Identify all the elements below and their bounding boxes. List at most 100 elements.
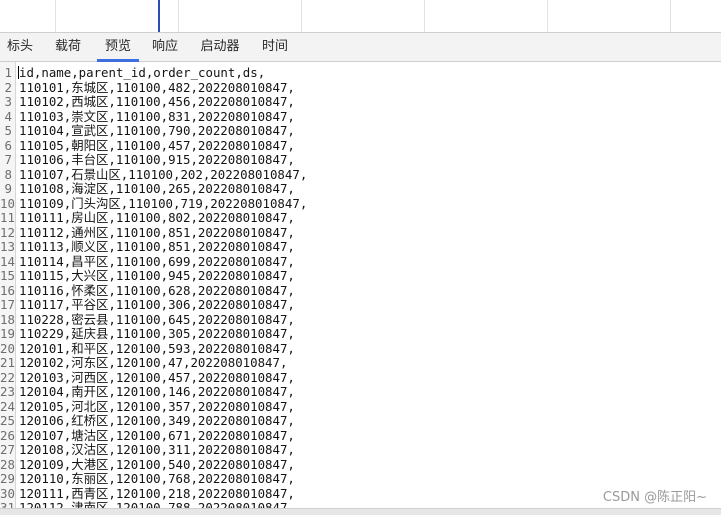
line-text: id,name,parent_id,order_count,ds, (19, 65, 266, 80)
timeline-gridline (178, 0, 179, 32)
line-number: 24 (0, 398, 15, 414)
line-text: 120108,汉沽区,120100,311,202208010847, (19, 442, 295, 457)
code-line: 18 110228,密云县,110100,645,202208010847, (0, 311, 721, 328)
line-number: 4 (4, 108, 12, 124)
line-text: 110116,怀柔区,110100,628,202208010847, (19, 282, 295, 298)
line-number: 1 (4, 65, 12, 80)
request-detail-tabs: 标头 载荷 预览 响应 启动器 时间 (0, 33, 721, 62)
code-line: 4 110103,崇文区,110100,831,202208010847, (0, 108, 721, 125)
line-number: 19 (0, 326, 15, 341)
code-line: 9 110108,海淀区,110100,265,202208010847, (0, 181, 721, 197)
line-text: 110107,石景山区,110100,202,202208010847, (19, 166, 308, 182)
watermark: CSDN @陈正阳~ (602, 490, 707, 505)
timeline-gridline (670, 0, 671, 32)
line-text: 110112,通州区,110100,851,202208010847, (19, 224, 295, 240)
line-number: 2 (4, 79, 12, 95)
tab-initiator[interactable]: 启动器 (193, 33, 247, 61)
line-text: 120107,塘沽区,120100,671,202208010847, (19, 427, 295, 443)
line-number: 23 (0, 384, 15, 399)
line-number: 30 (0, 485, 15, 501)
line-text: 110105,朝阳区,110100,457,202208010847, (19, 137, 295, 153)
line-text: 120102,河东区,120100,47,202208010847, (19, 355, 288, 370)
line-text: 110113,顺义区,110100,851,202208010847, (19, 239, 295, 254)
code-line: 3 110102,西城区,110100,456,202208010847, (0, 94, 721, 110)
line-number: 12 (0, 224, 15, 240)
line-number: 22 (0, 369, 15, 385)
text-caret (18, 66, 19, 79)
line-number: 31 (0, 500, 15, 508)
code-line: 15 110115,大兴区,110100,945,202208010847, (0, 268, 721, 284)
line-number: 13 (0, 239, 15, 254)
line-text: 110106,丰台区,110100,915,202208010847, (19, 152, 295, 167)
timeline-gridline (301, 0, 302, 32)
line-text: 110103,崇文区,110100,831,202208010847, (19, 108, 295, 124)
network-timeline (0, 0, 721, 33)
line-text: 120112,津南区,120100,788,202208010847, (19, 500, 295, 508)
line-text: 110104,宣武区,110100,790,202208010847, (19, 123, 295, 138)
tab-response[interactable]: 响应 (145, 33, 185, 61)
code-line: 22 120103,河西区,120100,457,202208010847, (0, 369, 721, 386)
line-text: 120103,河西区,120100,457,202208010847, (19, 369, 295, 385)
code-line: 12 110112,通州区,110100,851,202208010847, (0, 224, 721, 241)
tab-headers[interactable]: 标头 (0, 33, 40, 61)
code-line: 21 120102,河东区,120100,47,202208010847, (0, 355, 721, 371)
timeline-cursor[interactable] (158, 0, 160, 32)
line-text: 110102,西城区,110100,456,202208010847, (19, 94, 295, 109)
line-number: 14 (0, 253, 15, 269)
code-line: 7 110106,丰台区,110100,915,202208010847, (0, 152, 721, 168)
line-text: 120104,南开区,120100,146,202208010847, (19, 384, 295, 399)
code-line: 2 110101,东城区,110100,482,202208010847, (0, 79, 721, 96)
line-text: 120101,和平区,120100,593,202208010847, (19, 340, 295, 356)
line-text: 110115,大兴区,110100,945,202208010847, (19, 268, 295, 283)
code-line: 5 110104,宣武区,110100,790,202208010847, (0, 123, 721, 139)
line-number: 27 (0, 442, 15, 457)
line-number: 26 (0, 427, 15, 443)
line-text: 110117,平谷区,110100,306,202208010847, (19, 297, 295, 312)
line-number: 21 (0, 355, 15, 370)
timeline-gridline (547, 0, 548, 32)
line-text: 120105,河北区,120100,357,202208010847, (19, 398, 295, 414)
code-line: 8 110107,石景山区,110100,202,202208010847, (0, 166, 721, 183)
code-line: 26 120107,塘沽区,120100,671,202208010847, (0, 427, 721, 444)
code-line: 27 120108,汉沽区,120100,311,202208010847, (0, 442, 721, 458)
line-number: 16 (0, 282, 15, 298)
code-line: 11 110111,房山区,110100,802,202208010847, (0, 210, 721, 226)
code-line: 23 120104,南开区,120100,146,202208010847, (0, 384, 721, 400)
line-number: 28 (0, 456, 15, 472)
code-line: 13 110113,顺义区,110100,851,202208010847, (0, 239, 721, 255)
timeline-gridline (55, 0, 56, 32)
tab-timing[interactable]: 时间 (254, 33, 296, 61)
tab-preview[interactable]: 预览 (95, 33, 141, 62)
line-text: 110101,东城区,110100,482,202208010847, (19, 79, 295, 95)
timeline-gridline (424, 0, 425, 32)
horizontal-scrollbar[interactable] (0, 508, 721, 515)
code-line: 17 110117,平谷区,110100,306,202208010847, (0, 297, 721, 313)
code-line: 16 110116,怀柔区,110100,628,202208010847, (0, 282, 721, 299)
line-number: 6 (4, 137, 12, 153)
code-line: 6 110105,朝阳区,110100,457,202208010847, (0, 137, 721, 154)
line-number: 3 (4, 94, 12, 109)
code-line: 10 110109,门头沟区,110100,719,202208010847, (0, 195, 721, 212)
code-line: 14 110114,昌平区,110100,699,202208010847, (0, 253, 721, 270)
response-preview-editor[interactable]: 1 id,name,parent_id,order_count,ds, 2 11010… (0, 62, 721, 508)
code-line: 1 id,name,parent_id,order_count,ds, (0, 65, 721, 81)
line-text: 110114,昌平区,110100,699,202208010847, (19, 253, 295, 269)
line-text: 120106,红桥区,120100,349,202208010847, (19, 413, 295, 428)
line-number: 15 (0, 268, 15, 283)
line-text: 120109,大港区,120100,540,202208010847, (19, 456, 295, 472)
line-text: 110229,延庆县,110100,305,202208010847, (19, 326, 295, 341)
line-number: 10 (0, 195, 15, 211)
line-text: 110109,门头沟区,110100,719,202208010847, (19, 195, 308, 211)
code-line: 24 120105,河北区,120100,357,202208010847, (0, 398, 721, 415)
line-number: 25 (0, 413, 15, 428)
line-number: 9 (4, 181, 12, 196)
code-line: 29 120110,东丽区,120100,768,202208010847, (0, 471, 721, 487)
line-text: 110108,海淀区,110100,265,202208010847, (19, 181, 295, 196)
code-line: 25 120106,红桥区,120100,349,202208010847, (0, 413, 721, 429)
code-line: 19 110229,延庆县,110100,305,202208010847, (0, 326, 721, 342)
line-number: 17 (0, 297, 15, 312)
tab-payload[interactable]: 载荷 (47, 33, 89, 61)
line-number: 18 (0, 311, 15, 327)
line-text: 110228,密云县,110100,645,202208010847, (19, 311, 295, 327)
code-line: 28 120109,大港区,120100,540,202208010847, (0, 456, 721, 473)
